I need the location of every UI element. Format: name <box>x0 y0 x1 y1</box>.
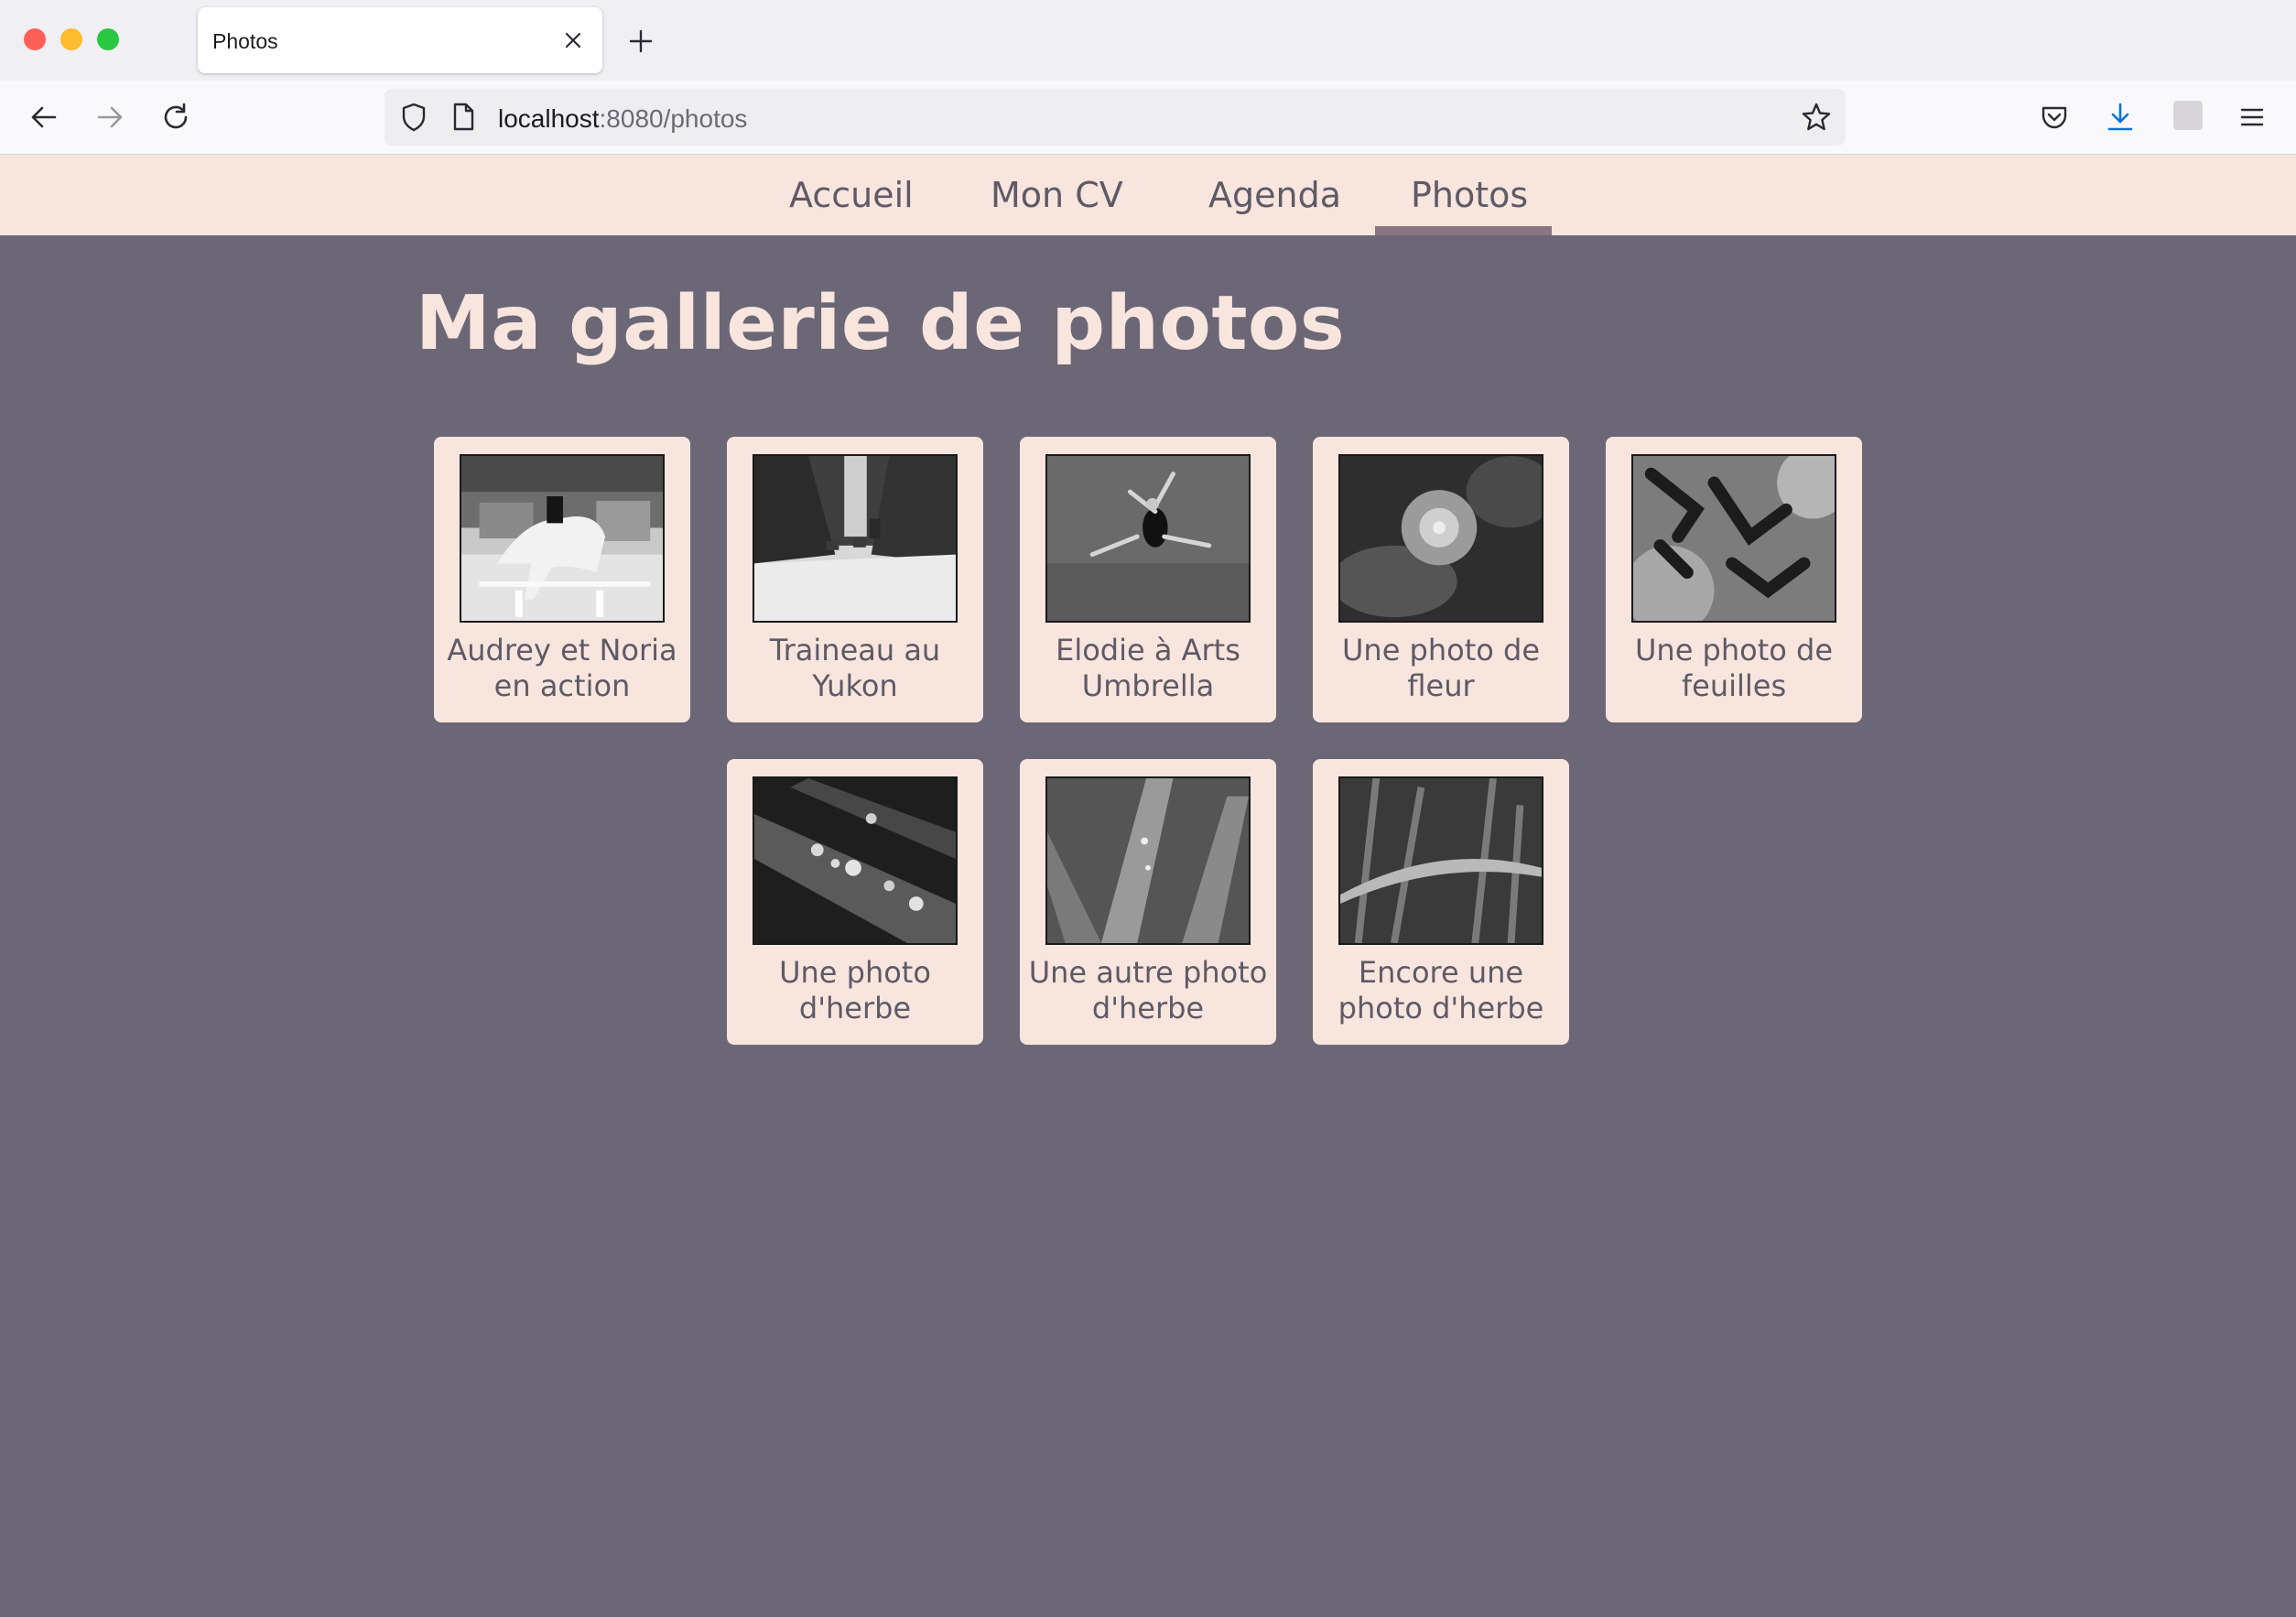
url-text[interactable]: localhost:8080/photos <box>498 104 747 134</box>
site-navigation: Accueil Mon CV Agenda Photos <box>0 155 2296 235</box>
nav-link-accueil[interactable]: Accueil <box>789 175 914 215</box>
arrow-right-icon[interactable] <box>93 101 126 134</box>
minimize-window-button[interactable] <box>60 28 82 50</box>
url-host: localhost <box>498 104 600 133</box>
photo-caption: Elodie à Arts Umbrella <box>1056 633 1240 703</box>
shield-icon[interactable] <box>397 101 430 134</box>
photo-caption: Traineau au Yukon <box>769 633 941 703</box>
url-path: :8080/photos <box>599 104 748 133</box>
photo-caption: Une photo d'herbe <box>779 955 931 1026</box>
arrow-left-icon[interactable] <box>27 101 60 134</box>
browser-toolbar: localhost:8080/photos <box>0 81 2296 155</box>
photo-caption: Une photo de feuilles <box>1634 633 1834 703</box>
photo-card-elodie-arts-umbrella[interactable]: Elodie à Arts Umbrella <box>1020 437 1276 722</box>
reload-icon[interactable] <box>159 101 192 134</box>
photo-card-encore-herbe[interactable]: Encore une photo d'herbe <box>1313 759 1569 1045</box>
photo-caption: Une photo de fleur <box>1341 633 1541 703</box>
photo-thumbnail[interactable] <box>753 454 958 623</box>
nav-link-photos[interactable]: Photos <box>1411 175 1528 215</box>
photo-card-traineau-yukon[interactable]: Traineau au Yukon <box>727 437 983 722</box>
photo-caption: Audrey et Noria en action <box>447 633 677 703</box>
nav-link-agenda[interactable]: Agenda <box>1208 175 1341 215</box>
maximize-window-button[interactable] <box>97 28 119 50</box>
star-icon[interactable] <box>1800 101 1833 134</box>
photo-thumbnail[interactable] <box>1338 454 1543 623</box>
tab-title: Photos <box>212 29 278 53</box>
photo-card-autre-herbe[interactable]: Une autre photo d'herbe <box>1020 759 1276 1045</box>
plus-icon[interactable] <box>626 27 655 56</box>
pocket-icon[interactable] <box>2038 101 2071 134</box>
page-title: Ma gallerie de photos <box>416 280 1346 367</box>
photo-caption: Encore une photo d'herbe <box>1338 955 1544 1026</box>
browser-tab[interactable]: Photos <box>198 7 602 73</box>
photo-caption: Une autre photo d'herbe <box>1028 955 1268 1026</box>
photo-thumbnail[interactable] <box>460 454 665 623</box>
extension-icon[interactable] <box>2173 101 2203 130</box>
nav-link-mon-cv[interactable]: Mon CV <box>991 175 1123 215</box>
photo-thumbnail[interactable] <box>1045 454 1251 623</box>
photo-card-fleur[interactable]: Une photo de fleur <box>1313 437 1569 722</box>
page-icon[interactable] <box>447 101 480 134</box>
photo-thumbnail[interactable] <box>1338 776 1543 945</box>
close-window-button[interactable] <box>24 28 46 50</box>
photo-thumbnail[interactable] <box>1631 454 1836 623</box>
browser-tab-bar: Photos <box>0 0 2296 81</box>
url-bar[interactable]: localhost:8080/photos <box>384 89 1846 146</box>
close-icon[interactable] <box>562 29 584 51</box>
download-icon[interactable] <box>2104 101 2137 134</box>
photo-card-herbe[interactable]: Une photo d'herbe <box>727 759 983 1045</box>
photo-card-audrey-noria[interactable]: Audrey et Noria en action <box>434 437 690 722</box>
photo-thumbnail[interactable] <box>1045 776 1251 945</box>
photo-card-feuilles[interactable]: Une photo de feuilles <box>1606 437 1862 722</box>
hamburger-menu-icon[interactable] <box>2236 101 2269 134</box>
photo-thumbnail[interactable] <box>753 776 958 945</box>
active-nav-indicator <box>1375 226 1552 235</box>
